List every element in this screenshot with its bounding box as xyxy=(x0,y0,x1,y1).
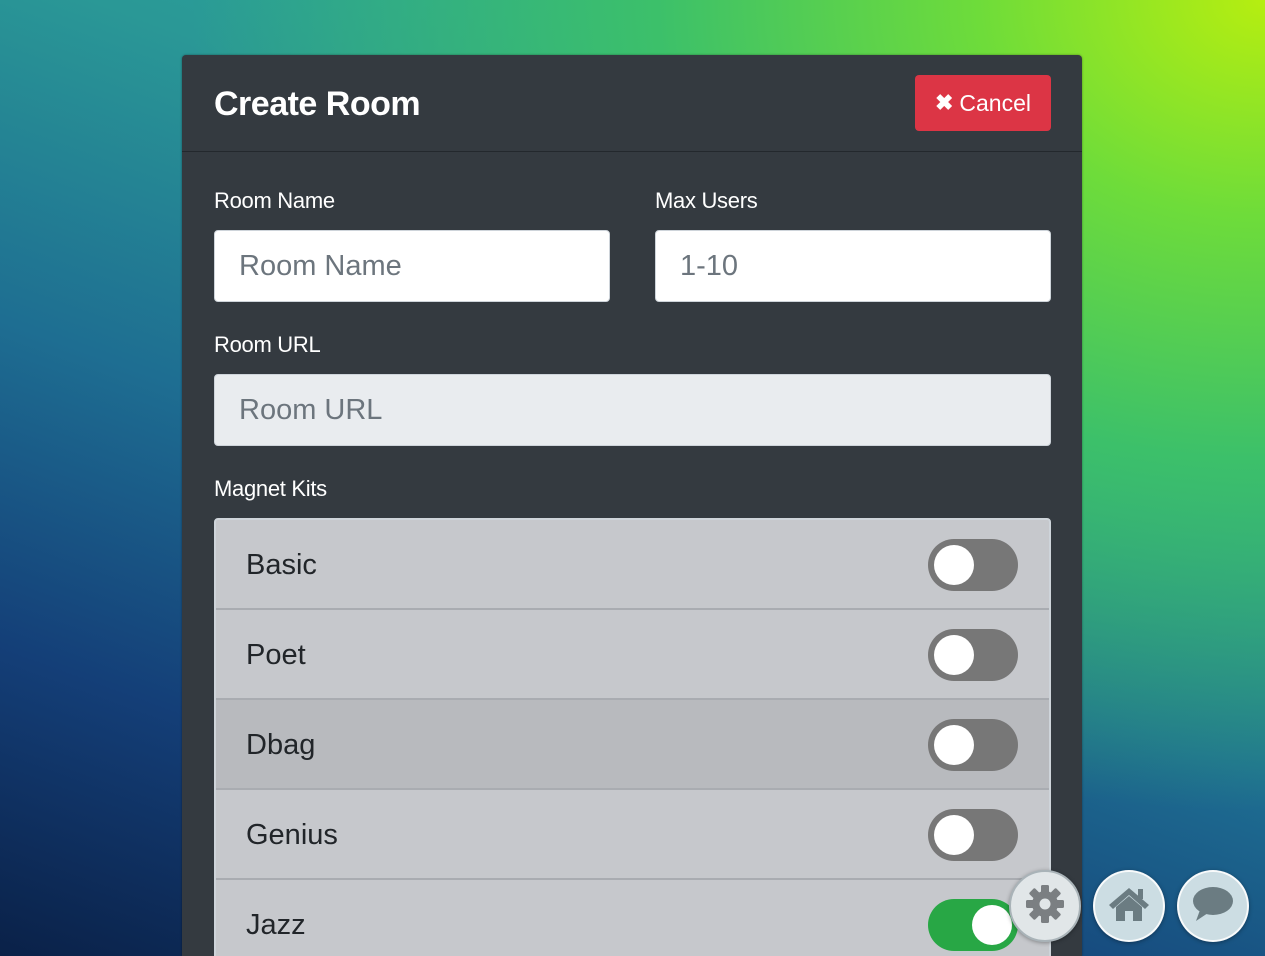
kit-item-genius[interactable]: Genius xyxy=(216,790,1049,880)
kit-item-jazz[interactable]: Jazz xyxy=(216,880,1049,956)
chat-button[interactable] xyxy=(1177,870,1249,942)
kit-name: Genius xyxy=(246,819,338,851)
kit-item-basic[interactable]: Basic xyxy=(216,520,1049,610)
create-room-panel: Create Room ✖ Cancel Room Name Max Users… xyxy=(182,55,1082,956)
kit-toggle-basic[interactable] xyxy=(928,539,1018,591)
home-button[interactable] xyxy=(1093,870,1165,942)
room-url-input[interactable] xyxy=(214,374,1051,446)
gear-icon xyxy=(1024,883,1066,930)
speech-bubble-icon xyxy=(1190,884,1236,929)
kit-item-dbag[interactable]: Dbag xyxy=(216,700,1049,790)
settings-button[interactable] xyxy=(1009,870,1081,942)
room-name-input[interactable] xyxy=(214,230,610,302)
kit-name: Jazz xyxy=(246,909,306,941)
kit-name: Basic xyxy=(246,549,317,581)
times-icon: ✖ xyxy=(934,90,954,115)
toggle-knob xyxy=(934,725,974,765)
toggle-knob xyxy=(934,815,974,855)
magnet-kits-list: Basic Poet Dbag Genius Jazz xyxy=(214,518,1051,956)
panel-header: Create Room ✖ Cancel xyxy=(182,55,1082,152)
home-icon xyxy=(1107,884,1151,929)
room-url-label: Room URL xyxy=(214,332,321,357)
kit-toggle-dbag[interactable] xyxy=(928,719,1018,771)
toggle-knob xyxy=(934,635,974,675)
kit-toggle-jazz[interactable] xyxy=(928,899,1018,951)
cancel-button-label: Cancel xyxy=(959,89,1032,116)
toggle-knob xyxy=(972,905,1012,945)
max-users-input[interactable] xyxy=(655,230,1051,302)
kit-name: Poet xyxy=(246,639,306,671)
kit-toggle-genius[interactable] xyxy=(928,809,1018,861)
page-title: Create Room xyxy=(214,85,421,123)
max-users-label: Max Users xyxy=(655,188,758,213)
cancel-button[interactable]: ✖ Cancel xyxy=(915,75,1051,131)
magnet-kits-label: Magnet Kits xyxy=(214,476,327,501)
toggle-knob xyxy=(934,545,974,585)
kit-item-poet[interactable]: Poet xyxy=(216,610,1049,700)
room-name-label: Room Name xyxy=(214,188,335,213)
kit-name: Dbag xyxy=(246,729,316,761)
kit-toggle-poet[interactable] xyxy=(928,629,1018,681)
